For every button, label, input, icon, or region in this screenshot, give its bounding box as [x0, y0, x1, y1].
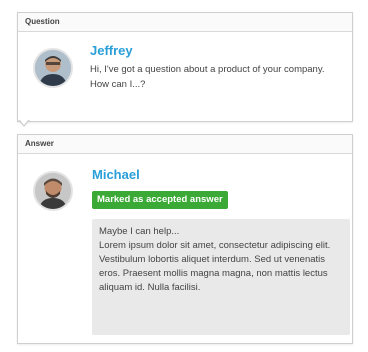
speech-pointer	[18, 119, 30, 127]
answer-body: Lorem ipsum dolor sit amet, consectetur …	[99, 240, 331, 293]
answer-author-name[interactable]: Michael	[92, 167, 140, 182]
answer-intro: Maybe I can help...	[99, 226, 180, 237]
michael-avatar	[33, 171, 73, 211]
user-avatar-icon	[35, 50, 71, 86]
accepted-answer-badge: Marked as accepted answer	[92, 191, 228, 209]
answer-header: Answer	[18, 135, 352, 154]
question-header: Question	[18, 13, 352, 32]
jeffrey-avatar	[33, 48, 73, 88]
answer-content: Maybe I can help... Lorem ipsum dolor si…	[92, 219, 350, 335]
question-panel: Question Jeffrey Hi, I've got a question…	[17, 12, 353, 122]
user-avatar-icon	[35, 173, 71, 209]
question-message: Hi, I've got a question about a product …	[90, 64, 325, 90]
question-author-name[interactable]: Jeffrey	[90, 43, 133, 58]
answer-panel: Answer Michael Marked as accepted answer…	[17, 134, 353, 344]
